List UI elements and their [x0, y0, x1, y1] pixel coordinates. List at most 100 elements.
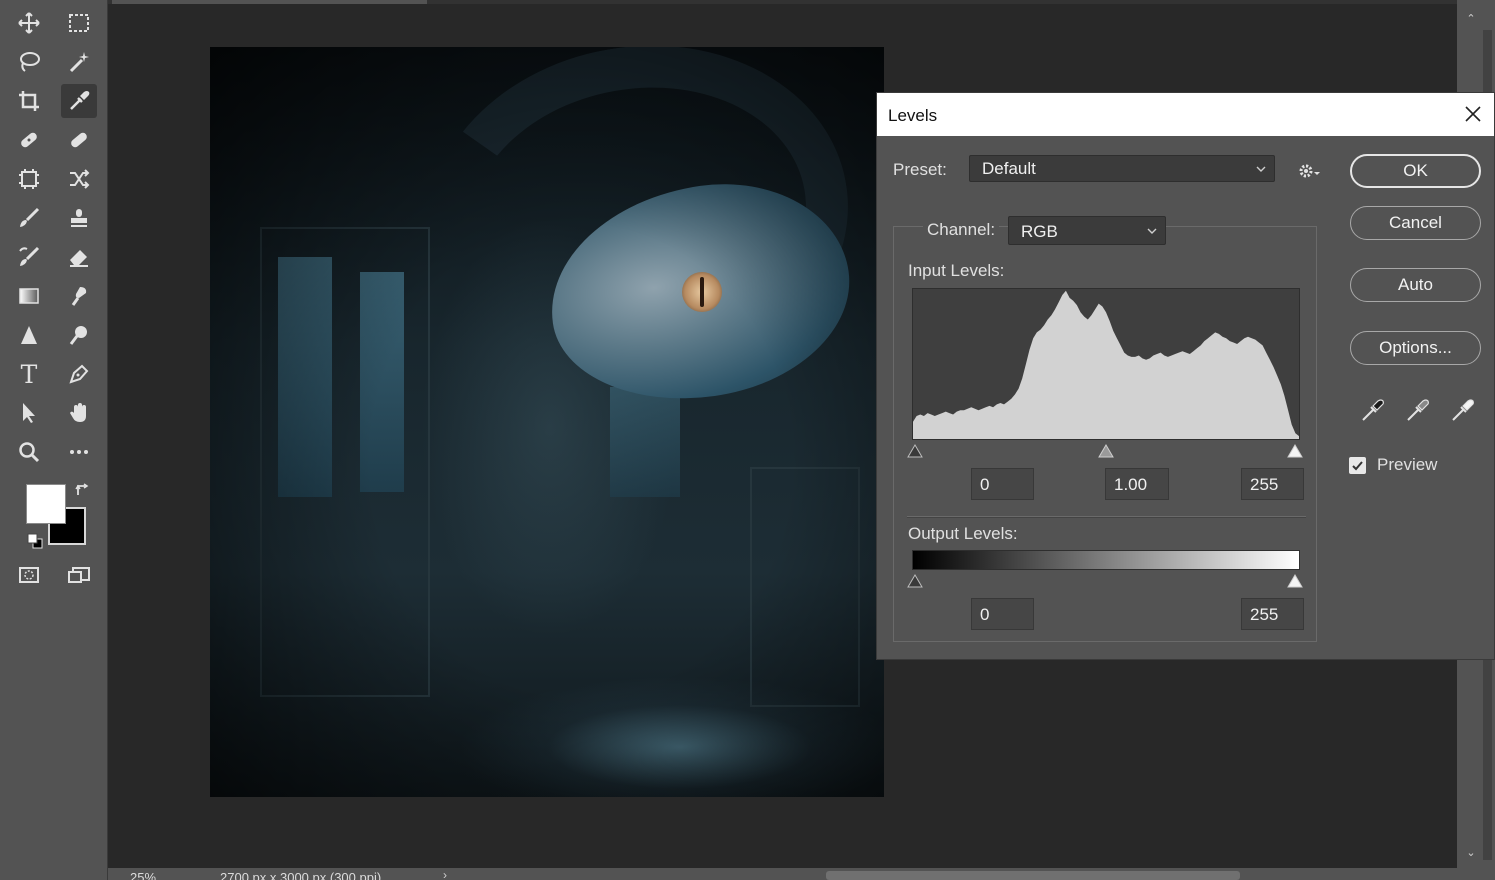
quick-mask-mode[interactable] [11, 558, 47, 592]
document-image[interactable] [210, 47, 884, 797]
dodge-tool[interactable] [61, 318, 97, 352]
preset-value: Default [982, 159, 1036, 178]
crop-icon [19, 91, 39, 111]
eraser-icon [70, 250, 88, 267]
output-white-slider[interactable] [1287, 574, 1303, 588]
cancel-button[interactable]: Cancel [1350, 206, 1481, 240]
document-info: 2700 px x 3000 px (300 ppi) [220, 870, 382, 880]
input-white-field[interactable]: 255 [1241, 468, 1304, 500]
document-tab[interactable] [112, 0, 427, 4]
crop-tool[interactable] [11, 84, 47, 118]
hand-icon [70, 403, 86, 422]
scroll-down-icon[interactable]: ⌄ [1463, 846, 1479, 860]
sharpen-tool[interactable] [11, 318, 47, 352]
output-levels-label: Output Levels: [908, 524, 1018, 543]
stamp-icon [71, 209, 87, 227]
frame-icon [19, 169, 39, 189]
ok-button[interactable]: OK [1350, 154, 1481, 188]
lasso-icon [20, 52, 40, 72]
type-tool[interactable]: T [11, 357, 47, 391]
lasso-tool[interactable] [11, 45, 47, 79]
status-bar: 25% 2700 px x 3000 px (300 ppi) › [108, 868, 1495, 880]
shuffle-icon [70, 169, 90, 189]
arrow-pointer-icon [23, 403, 35, 423]
more-tools[interactable] [61, 435, 97, 469]
histogram-area [913, 290, 1299, 439]
preset-label: Preset: [893, 160, 947, 179]
gray-point-eyedropper-icon[interactable] [1403, 396, 1431, 424]
history-brush-icon [19, 246, 40, 266]
preview-label[interactable]: Preview [1377, 455, 1437, 475]
output-black-field[interactable]: 0 [971, 598, 1034, 630]
options-button[interactable]: Options... [1350, 331, 1481, 365]
input-white-slider[interactable] [1287, 444, 1303, 458]
ellipsis-icon [70, 450, 88, 454]
chevron-down-icon [1147, 228, 1157, 234]
spot-healing-tool[interactable] [11, 123, 47, 157]
smudge-tool[interactable] [61, 279, 97, 313]
magic-wand-tool[interactable] [61, 45, 97, 79]
channel-dropdown[interactable]: RGB [1008, 216, 1166, 245]
frame-tool[interactable] [11, 162, 47, 196]
vignette [210, 47, 884, 797]
healing-brush-tool[interactable] [61, 123, 97, 157]
channel-value: RGB [1021, 222, 1058, 241]
eraser-tool[interactable] [61, 240, 97, 274]
auto-button[interactable]: Auto [1350, 268, 1481, 302]
input-levels-label: Input Levels: [908, 261, 1005, 280]
gradient-icon [19, 288, 39, 304]
default-colors-icon[interactable] [26, 532, 44, 550]
swap-colors-icon[interactable] [74, 481, 92, 499]
move-tool[interactable] [11, 6, 47, 40]
gradient-tool[interactable] [11, 279, 47, 313]
dialog-title: Levels [888, 106, 938, 125]
dodge-icon [69, 326, 87, 345]
divider [907, 516, 1306, 518]
foreground-color-swatch[interactable] [26, 484, 66, 524]
close-icon[interactable] [1462, 103, 1484, 125]
output-white-field[interactable]: 255 [1241, 598, 1304, 630]
levels-dialog: Levels Preset: Default OK Cancel Auto Op… [876, 92, 1495, 660]
zoom-level[interactable]: 25% [130, 870, 156, 880]
white-point-eyedropper-icon[interactable] [1448, 396, 1476, 424]
bandage-icon [71, 132, 87, 148]
content-aware-move-tool[interactable] [61, 162, 97, 196]
input-gamma-slider[interactable] [1098, 444, 1114, 458]
magic-wand-icon [69, 52, 89, 73]
path-selection-tool[interactable] [11, 396, 47, 430]
checkmark-icon [1352, 461, 1363, 471]
output-black-slider[interactable] [907, 574, 923, 588]
brush-tool[interactable] [11, 201, 47, 235]
gear-icon[interactable] [1297, 163, 1321, 179]
history-brush-tool[interactable] [11, 240, 47, 274]
eyedropper-tool[interactable] [61, 84, 97, 118]
output-gradient-bar [912, 550, 1300, 570]
rectangular-marquee-icon [69, 14, 89, 32]
eyedropper-icon [70, 91, 90, 110]
move-icon [18, 12, 40, 34]
pen-tool[interactable] [61, 357, 97, 391]
marquee-tool[interactable] [61, 6, 97, 40]
input-black-field[interactable]: 0 [971, 468, 1034, 500]
screen-mode[interactable] [61, 558, 97, 592]
preview-checkbox[interactable] [1349, 457, 1366, 474]
clone-stamp-tool[interactable] [61, 201, 97, 235]
histogram-graph [913, 290, 1299, 439]
channel-label: Channel: [923, 220, 1000, 240]
input-gamma-field[interactable]: 1.00 [1105, 468, 1169, 500]
zoom-tool[interactable] [11, 435, 47, 469]
input-black-slider[interactable] [907, 444, 923, 458]
chevron-right-icon[interactable]: › [443, 868, 447, 880]
magnifier-icon [19, 442, 40, 463]
chevron-down-icon [1256, 166, 1266, 172]
preset-dropdown[interactable]: Default [969, 155, 1275, 182]
pen-icon [69, 364, 89, 384]
dialog-titlebar[interactable]: Levels [877, 93, 1494, 136]
hand-tool[interactable] [61, 396, 97, 430]
black-point-eyedropper-icon[interactable] [1358, 396, 1386, 424]
quick-mask-icon [19, 567, 39, 583]
histogram [912, 288, 1300, 440]
horizontal-scroll-thumb[interactable] [826, 871, 1240, 880]
spot-healing-icon [21, 132, 37, 148]
scroll-up-icon[interactable]: ⌃ [1463, 12, 1479, 26]
